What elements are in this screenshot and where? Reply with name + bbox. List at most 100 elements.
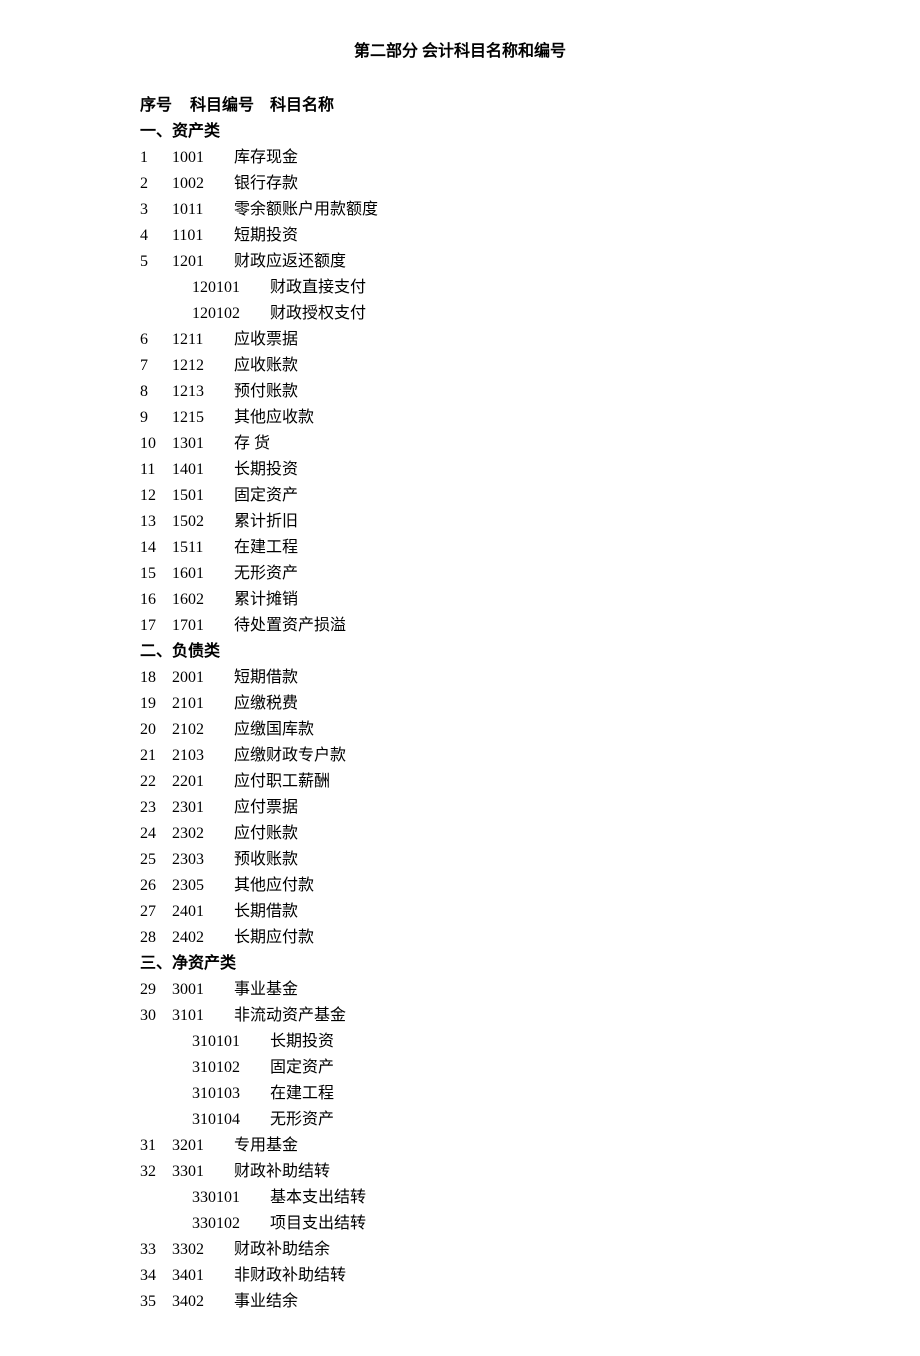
cell-name: 累计折旧 [234,510,780,534]
cell-sub-code: 120102 [192,302,270,326]
cell-seq: 25 [140,848,172,872]
cell-name: 短期投资 [234,224,780,248]
cell-name: 财政补助结余 [234,1238,780,1262]
cell-sub-name: 财政授权支付 [270,302,780,326]
cell-seq: 35 [140,1290,172,1314]
cell-code: 2302 [172,822,234,846]
cell-seq: 18 [140,666,172,690]
cell-code: 1511 [172,536,234,560]
cell-name: 在建工程 [234,536,780,560]
cell-name: 应收账款 [234,354,780,378]
cell-seq: 32 [140,1160,172,1184]
cell-code: 2201 [172,770,234,794]
cell-seq: 27 [140,900,172,924]
cell-name: 应付职工薪酬 [234,770,780,794]
table-row: 323301财政补助结转 [140,1160,780,1184]
cell-name: 无形资产 [234,562,780,586]
cell-name: 非流动资产基金 [234,1004,780,1028]
table-row: 182001短期借款 [140,666,780,690]
section-header: 一、资产类 [140,120,780,144]
cell-seq: 3 [140,198,172,222]
cell-seq: 8 [140,380,172,404]
cell-code: 1502 [172,510,234,534]
table-row: 81213预付账款 [140,380,780,404]
cell-name: 其他应收款 [234,406,780,430]
table-row: 111401长期投资 [140,458,780,482]
cell-code: 1212 [172,354,234,378]
cell-code: 3301 [172,1160,234,1184]
cell-code: 3101 [172,1004,234,1028]
cell-seq: 23 [140,796,172,820]
cell-seq: 1 [140,146,172,170]
cell-code: 1301 [172,432,234,456]
cell-sub-name: 固定资产 [270,1056,780,1080]
table-sub-row: 120101财政直接支付 [140,276,780,300]
table-row: 242302应付账款 [140,822,780,846]
table-sub-row: 330102项目支出结转 [140,1212,780,1236]
cell-code: 3302 [172,1238,234,1262]
cell-sub-code: 310104 [192,1108,270,1132]
table-row: 222201应付职工薪酬 [140,770,780,794]
cell-seq: 16 [140,588,172,612]
table-row: 51201财政应返还额度 [140,250,780,274]
cell-seq: 6 [140,328,172,352]
page-title: 第二部分 会计科目名称和编号 [140,40,780,64]
cell-name: 预付账款 [234,380,780,404]
cell-sub-code: 120101 [192,276,270,300]
cell-name: 应缴国库款 [234,718,780,742]
cell-seq: 20 [140,718,172,742]
table-row: 21002银行存款 [140,172,780,196]
cell-seq: 14 [140,536,172,560]
cell-sub-name: 无形资产 [270,1108,780,1132]
cell-seq: 17 [140,614,172,638]
table-body: 一、资产类11001库存现金21002银行存款31011零余额账户用款额度411… [140,120,780,1314]
table-row: 293001事业基金 [140,978,780,1002]
table-sub-row: 310103在建工程 [140,1082,780,1106]
cell-seq: 29 [140,978,172,1002]
table-row: 161602累计摊销 [140,588,780,612]
cell-name: 待处置资产损溢 [234,614,780,638]
cell-code: 1213 [172,380,234,404]
cell-seq: 26 [140,874,172,898]
cell-code: 1201 [172,250,234,274]
cell-code: 2102 [172,718,234,742]
table-row: 31011零余额账户用款额度 [140,198,780,222]
cell-seq: 28 [140,926,172,950]
cell-code: 1401 [172,458,234,482]
cell-seq: 10 [140,432,172,456]
cell-name: 长期应付款 [234,926,780,950]
cell-sub-code: 330101 [192,1186,270,1210]
cell-code: 2103 [172,744,234,768]
cell-code: 3401 [172,1264,234,1288]
table-row: 262305其他应付款 [140,874,780,898]
cell-code: 1601 [172,562,234,586]
cell-seq: 7 [140,354,172,378]
table-sub-row: 310104无形资产 [140,1108,780,1132]
cell-seq: 4 [140,224,172,248]
cell-sub-code: 330102 [192,1212,270,1236]
table-row: 303101非流动资产基金 [140,1004,780,1028]
cell-seq: 22 [140,770,172,794]
table-row: 131502累计折旧 [140,510,780,534]
header-code: 科目编号 [190,94,270,118]
cell-name: 累计摊销 [234,588,780,612]
cell-code: 1602 [172,588,234,612]
table-row: 91215其他应收款 [140,406,780,430]
cell-name: 应缴税费 [234,692,780,716]
cell-name: 短期借款 [234,666,780,690]
cell-name: 事业基金 [234,978,780,1002]
table-row: 101301存 货 [140,432,780,456]
table-row: 282402长期应付款 [140,926,780,950]
cell-sub-code: 310103 [192,1082,270,1106]
cell-name: 应付账款 [234,822,780,846]
cell-code: 2001 [172,666,234,690]
table-row: 141511在建工程 [140,536,780,560]
cell-code: 1002 [172,172,234,196]
cell-name: 银行存款 [234,172,780,196]
table-row: 232301应付票据 [140,796,780,820]
table-row: 313201专用基金 [140,1134,780,1158]
table-row: 272401长期借款 [140,900,780,924]
cell-code: 1211 [172,328,234,352]
cell-name: 其他应付款 [234,874,780,898]
cell-code: 2303 [172,848,234,872]
